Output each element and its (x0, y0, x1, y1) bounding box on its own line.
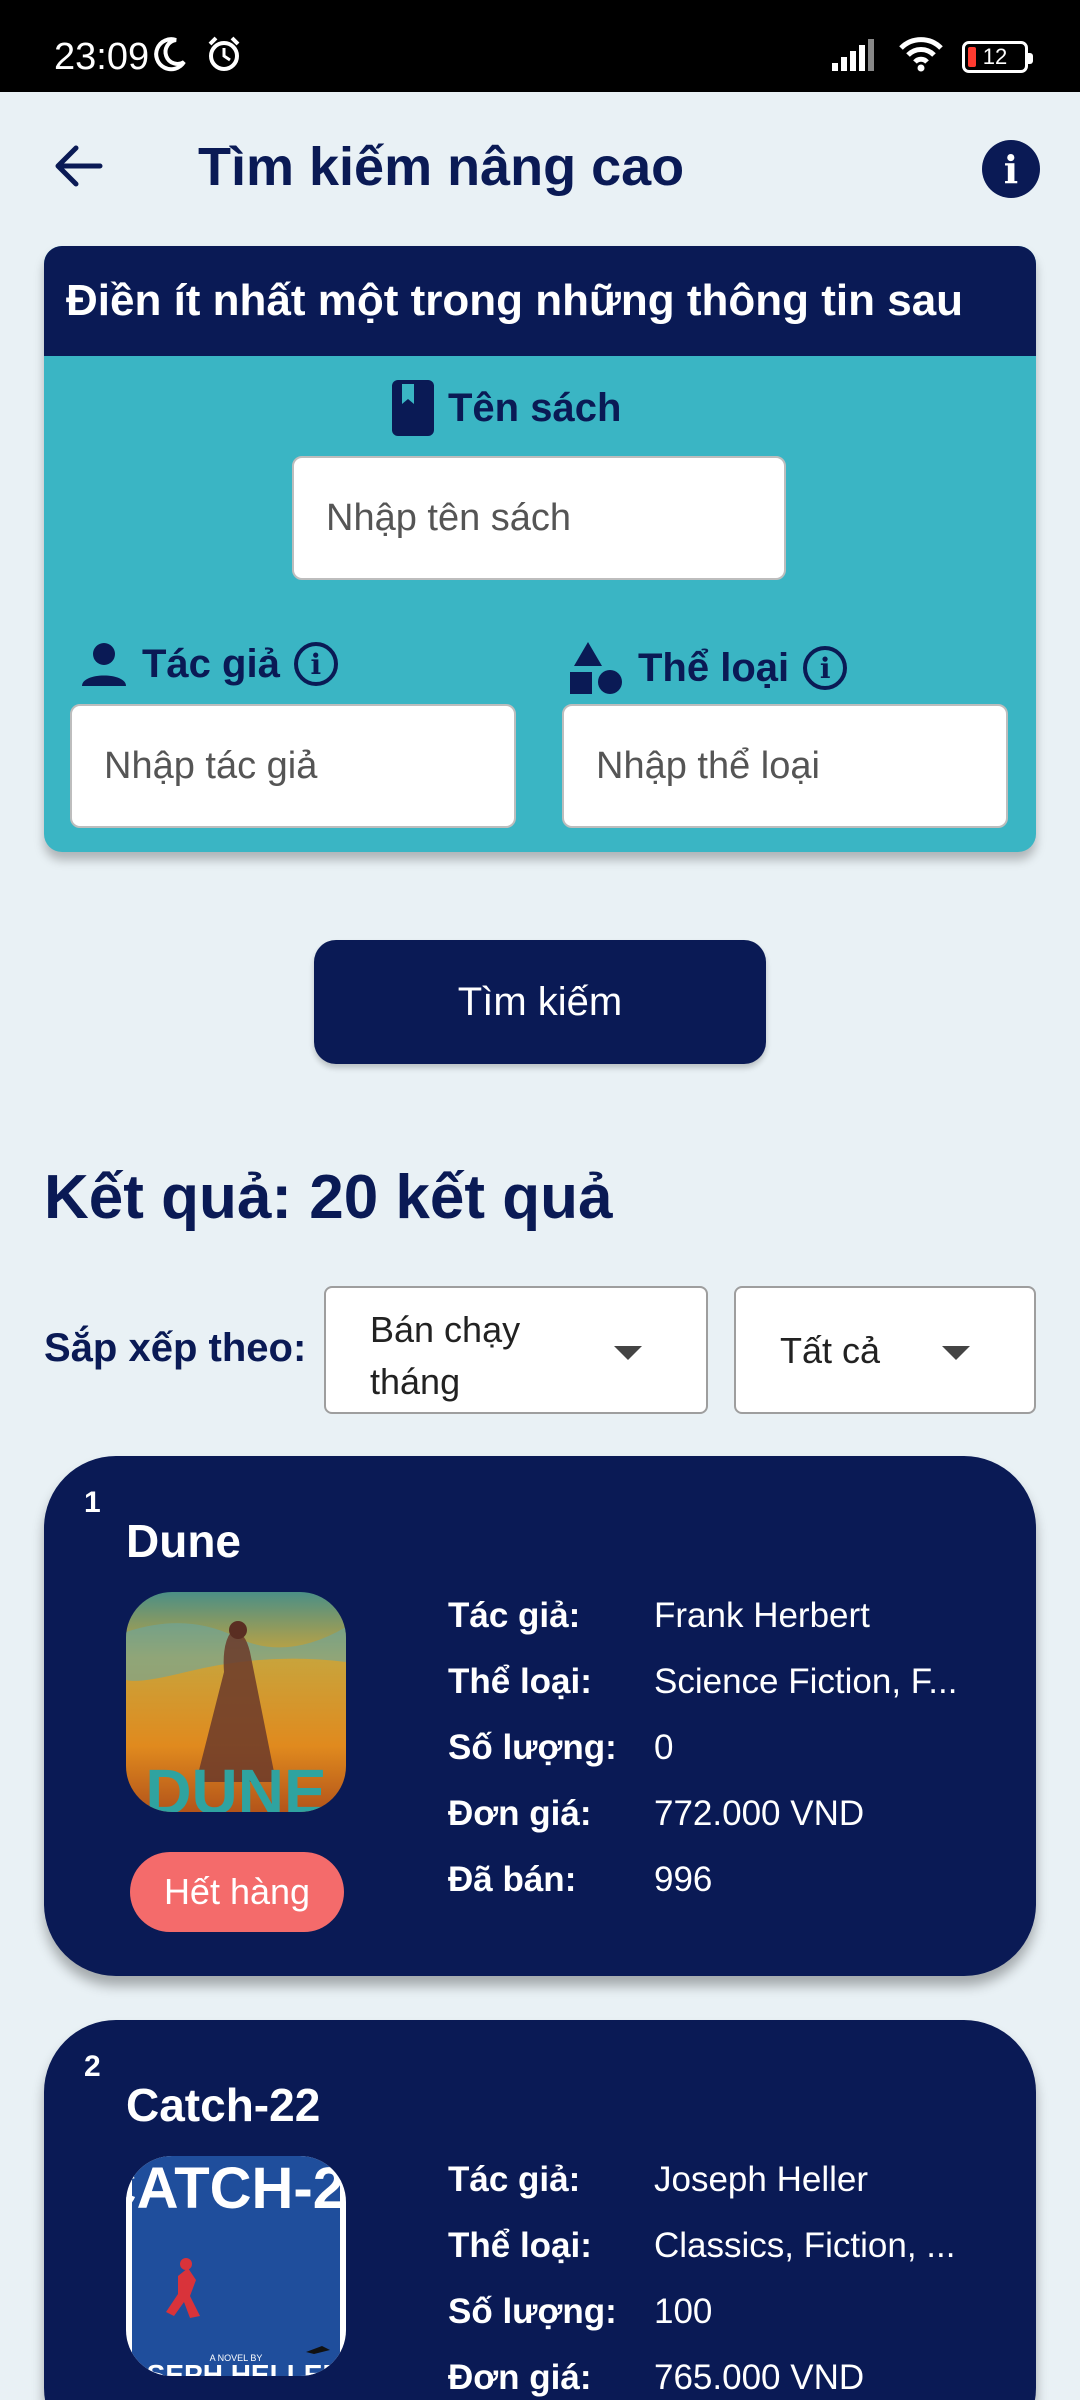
search-form-card: Điền ít nhất một trong những thông tin s… (44, 246, 1036, 852)
price-row: Đơn giá: 765.000 VND (448, 2358, 994, 2398)
price-key: Đơn giá: (448, 2358, 592, 2397)
quantity-value: 0 (654, 1728, 674, 1767)
author-row: Tác giả: Frank Herbert (448, 1596, 994, 1636)
person-icon (82, 643, 126, 686)
chevron-down-icon (942, 1346, 970, 1360)
filter-select[interactable]: Tất cả (734, 1286, 1036, 1414)
book-name-label: Tên sách (392, 380, 621, 436)
book-cover: DUNE (126, 1592, 346, 1812)
book-rank: 1 (84, 1486, 101, 1519)
sold-row: Đã bán: 996 (448, 1860, 994, 1900)
genre-info-icon[interactable]: i (803, 646, 848, 690)
genre-label: Thể loại i (568, 640, 848, 696)
book-card[interactable]: 1 Dune DUNE Hết hàng Tác giả: Frank Herb… (44, 1456, 1036, 1976)
book-name-label-text: Tên sách (448, 385, 622, 430)
back-button[interactable] (48, 136, 108, 196)
page-title: Tìm kiếm nâng cao (198, 137, 685, 197)
book-icon (392, 380, 434, 436)
sort-order-select[interactable]: Bán chạy tháng (324, 1286, 708, 1414)
book-name-input[interactable]: Nhập tên sách (292, 456, 786, 580)
genre-value: Classics, Fiction, ... (654, 2226, 956, 2265)
book-rank: 2 (84, 2050, 101, 2083)
author-label: Tác giả i (80, 640, 338, 688)
out-of-stock-badge: Hết hàng (130, 1852, 344, 1932)
sold-key: Đã bán: (448, 1860, 577, 1899)
author-key: Tác giả: (448, 2160, 581, 2199)
battery-icon: 12 (962, 40, 1033, 73)
genre-value: Science Fiction, F... (654, 1662, 958, 1701)
author-value: Frank Herbert (654, 1596, 870, 1635)
author-input[interactable]: Nhập tác giả (70, 704, 516, 828)
genre-row: Thể loại: Classics, Fiction, ... (448, 2226, 994, 2266)
signal-icon (832, 37, 880, 76)
cover-title: CATCH-22 (126, 2156, 346, 2221)
price-value: 765.000 VND (654, 2358, 865, 2397)
sold-value: 996 (654, 1860, 713, 1899)
sort-label: Sắp xếp theo: (44, 1326, 307, 1370)
book-title: Dune (126, 1515, 241, 1567)
genre-key: Thể loại: (448, 2226, 592, 2265)
price-value: 772.000 VND (654, 1794, 865, 1833)
quantity-key: Số lượng: (448, 2292, 617, 2331)
author-row: Tác giả: Joseph Heller (448, 2160, 994, 2200)
quantity-row: Số lượng: 100 (448, 2292, 994, 2332)
wifi-icon (898, 36, 944, 77)
book-cover: CATCH-22 A NOVEL BY JOSEPH HELLER (126, 2156, 346, 2376)
quantity-value: 100 (654, 2292, 713, 2331)
cover-title: DUNE (145, 1756, 326, 1812)
alarm-icon (204, 34, 244, 79)
moon-icon (150, 34, 190, 79)
genre-label-text: Thể loại (638, 645, 790, 690)
form-heading: Điền ít nhất một trong những thông tin s… (44, 246, 1036, 356)
author-key: Tác giả: (448, 1596, 581, 1635)
author-label-text: Tác giả (142, 641, 280, 686)
status-time: 23:09 (54, 36, 150, 78)
genre-input[interactable]: Nhập thể loại (562, 704, 1008, 828)
shapes-icon (570, 642, 622, 694)
status-bar: 23:09 12 (0, 0, 1080, 92)
quantity-row: Số lượng: 0 (448, 1728, 994, 1768)
cover-author: JOSEPH HELLER (126, 2359, 343, 2376)
info-button[interactable]: i (982, 140, 1040, 198)
filter-value: Tất cả (780, 1330, 881, 1371)
app-header: Tìm kiếm nâng cao i (0, 92, 1080, 244)
book-card[interactable]: 2 Catch-22 CATCH-22 A NOVEL BY JOSEPH HE… (44, 2020, 1036, 2400)
battery-level: 12 (982, 43, 1008, 69)
search-button[interactable]: Tìm kiếm (314, 940, 766, 1064)
results-count: Kết quả: 20 kết quả (44, 1163, 613, 1232)
genre-key: Thể loại: (448, 1662, 592, 1701)
book-title: Catch-22 (126, 2079, 321, 2131)
sort-order-line2: tháng (370, 1361, 461, 1402)
author-value: Joseph Heller (654, 2160, 868, 2199)
price-key: Đơn giá: (448, 1794, 592, 1833)
sort-order-line1: Bán chạy (370, 1309, 521, 1350)
info-icon: i (1003, 146, 1019, 192)
author-info-icon[interactable]: i (293, 642, 338, 686)
quantity-key: Số lượng: (448, 1728, 617, 1767)
arrow-left-icon (55, 145, 103, 187)
price-row: Đơn giá: 772.000 VND (448, 1794, 994, 1834)
genre-row: Thể loại: Science Fiction, F... (448, 1662, 994, 1702)
chevron-down-icon (614, 1346, 642, 1360)
